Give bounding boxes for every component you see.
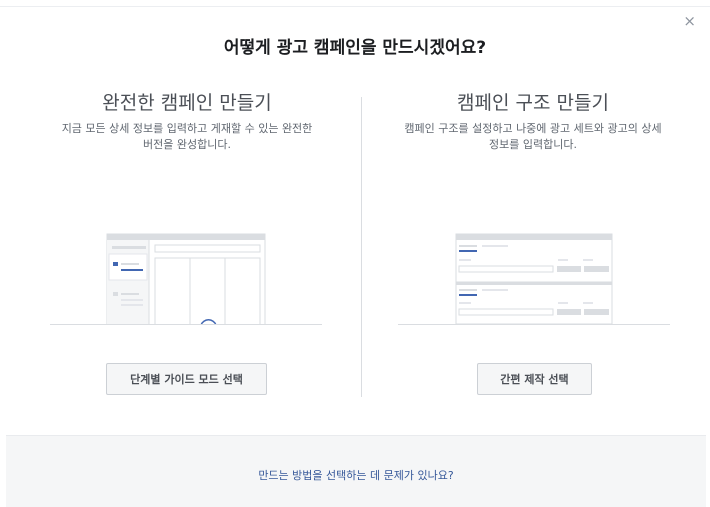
top-border: [0, 6, 710, 7]
quick-creation-illustration: [398, 233, 670, 325]
option-quick-title: 캠페인 구조 만들기: [457, 92, 609, 114]
column-divider: [361, 97, 362, 397]
quick-creation-button[interactable]: 간편 제작 선택: [477, 363, 592, 395]
option-guided-description: 지금 모든 상세 정보를 입력하고 게재할 수 있는 완전한 버전을 완성합니다…: [61, 122, 313, 151]
option-guided: 완전한 캠페인 만들기 지금 모든 상세 정보를 입력하고 게재할 수 있는 완…: [37, 88, 337, 153]
close-icon[interactable]: ×: [683, 14, 696, 29]
option-guided-title: 완전한 캠페인 만들기: [102, 92, 272, 114]
guided-mode-button[interactable]: 단계별 가이드 모드 선택: [106, 363, 267, 395]
guided-creation-illustration: [50, 233, 322, 325]
option-quick-description: 캠페인 구조를 설정하고 나중에 광고 세트와 광고의 상세 정보를 입력합니다…: [404, 122, 662, 151]
help-link[interactable]: 만드는 방법을 선택하는 데 문제가 있나요?: [6, 467, 706, 483]
option-quick: 캠페인 구조 만들기 캠페인 구조를 설정하고 나중에 광고 세트와 광고의 상…: [383, 88, 683, 153]
dialog-title: 어떻게 광고 캠페인을 만드시겠어요?: [223, 38, 487, 58]
dialog-footer: 만드는 방법을 선택하는 데 문제가 있나요?: [6, 435, 706, 507]
